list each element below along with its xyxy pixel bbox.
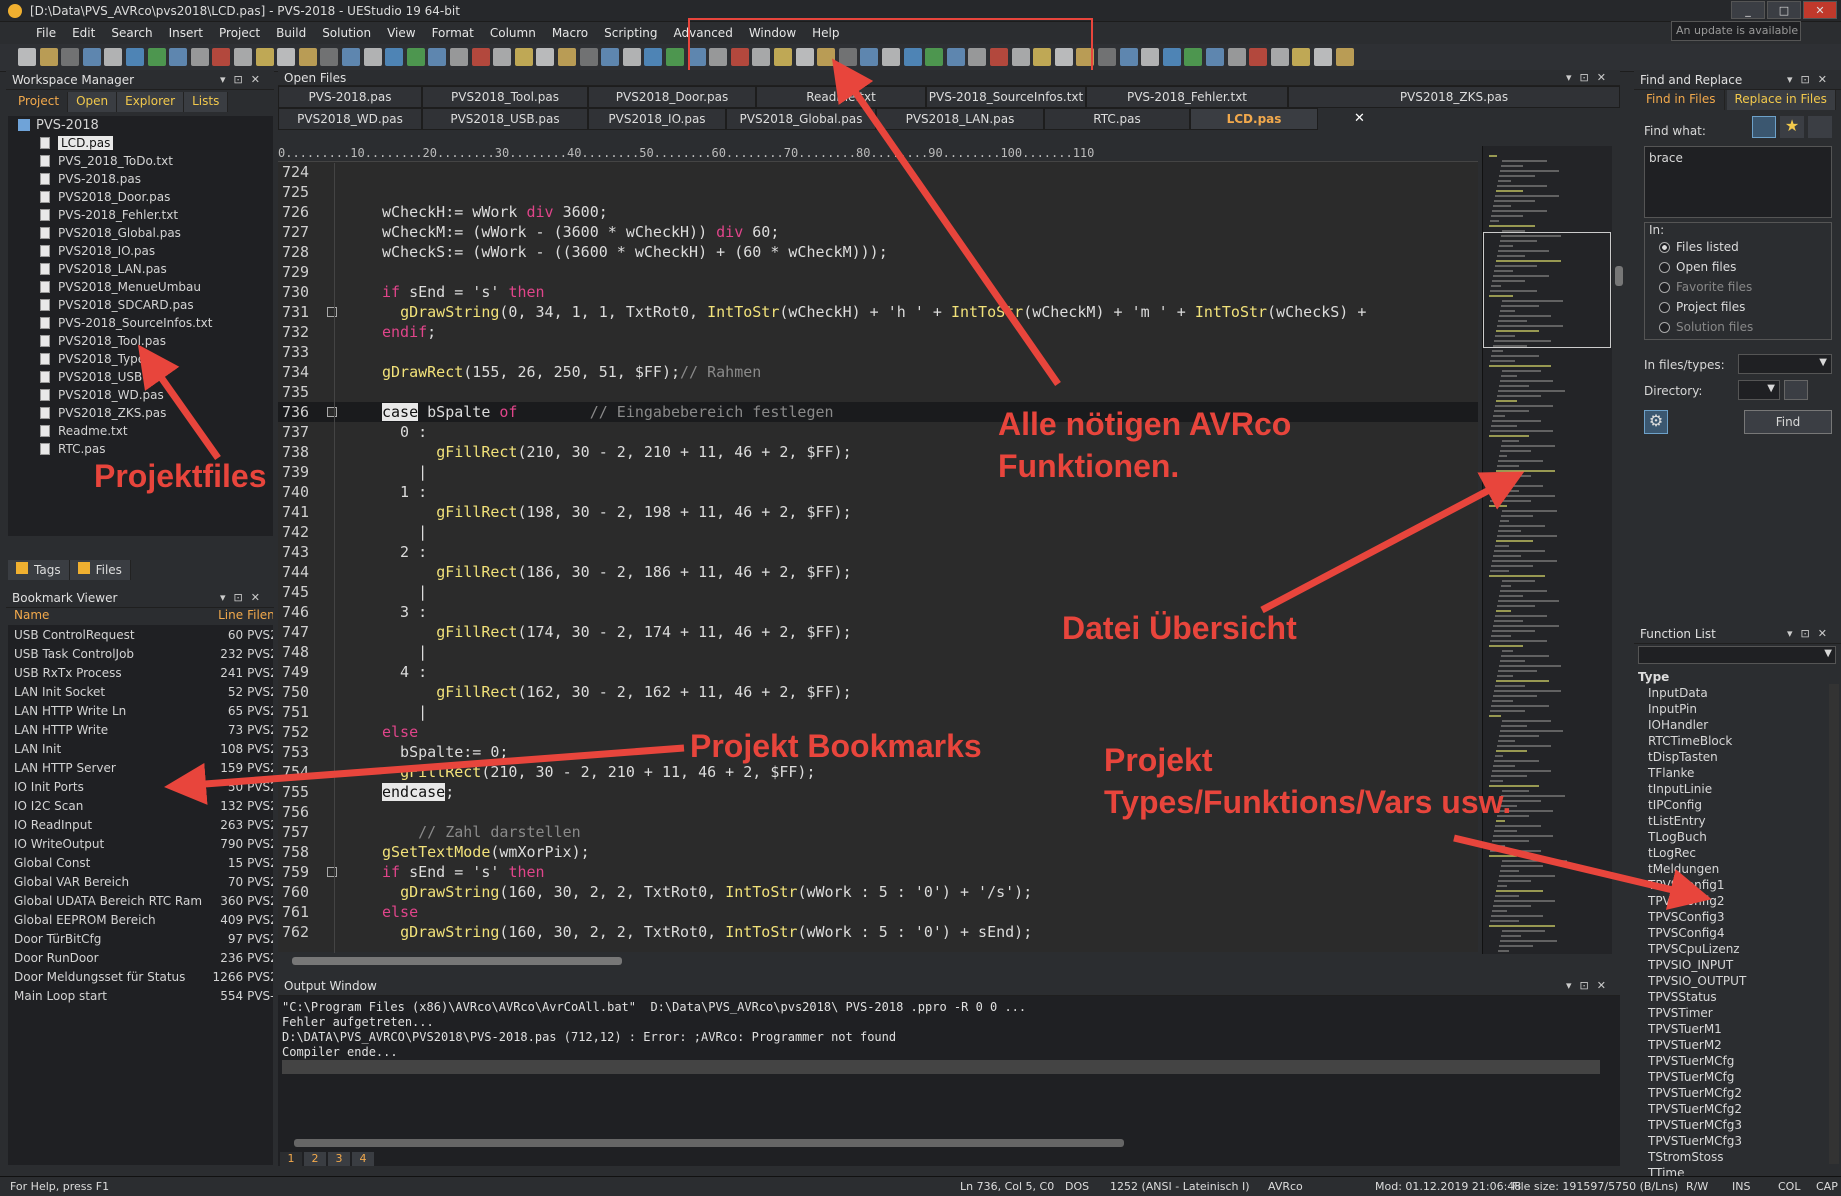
annotation-arrows — [137, 58, 1712, 910]
annotation-types: Projekt Types/Funktions/Vars usw. — [1104, 742, 1512, 820]
arrow-functions — [832, 58, 1061, 386]
annotation-functions: Alle nötigen AVRco Funktionen. — [998, 406, 1292, 484]
annotation-bookmarks: Projekt Bookmarks — [690, 728, 982, 764]
arrow-types — [1453, 834, 1712, 910]
arrow-overview — [1260, 471, 1525, 614]
arrow-bookmarks — [164, 744, 685, 805]
annotation-overview: Datei Übersicht — [1062, 610, 1297, 646]
arrow-projfiles — [137, 344, 221, 461]
app-window: [D:\Data\PVS_AVRco\pvs2018\LCD.pas] - PV… — [0, 0, 1841, 1196]
annotation-projfiles: Projektfiles — [94, 458, 267, 494]
